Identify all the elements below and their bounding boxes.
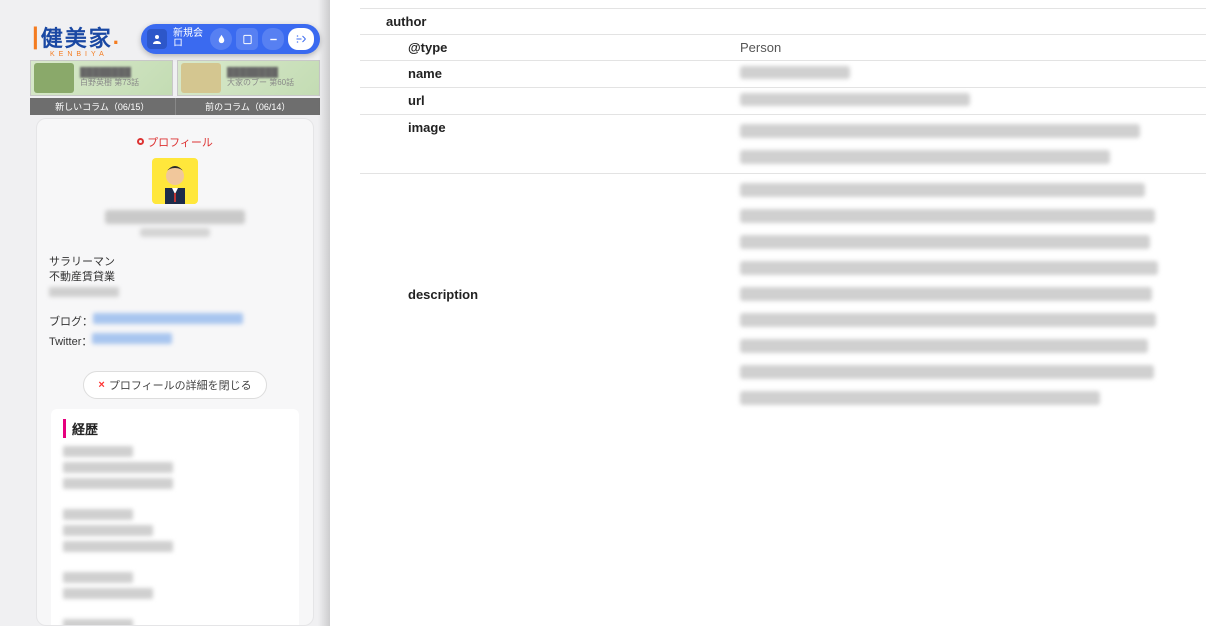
avatar bbox=[152, 158, 198, 204]
blurred-text bbox=[63, 525, 153, 536]
val-desc-blurred bbox=[740, 365, 1154, 379]
val-desc-blurred bbox=[740, 287, 1152, 301]
tablet-icon[interactable] bbox=[236, 28, 258, 50]
history-title: 経歴 bbox=[63, 419, 287, 438]
tag-salaryman: サラリーマン bbox=[49, 255, 301, 270]
val-type: Person bbox=[740, 40, 1206, 55]
blurred-title: ████████ bbox=[227, 68, 294, 78]
tag-realestate: 不動産賃貸業 bbox=[49, 270, 301, 285]
key-url: url bbox=[360, 93, 740, 108]
key-type: @type bbox=[360, 40, 740, 55]
val-desc-blurred bbox=[740, 183, 1145, 197]
key-author: author bbox=[360, 14, 740, 29]
column-caption: 白野英樹 第73話 bbox=[80, 77, 139, 88]
profile-section-text: プロフィール bbox=[147, 134, 213, 150]
val-desc-blurred bbox=[740, 391, 1100, 405]
logo-subtext: KENBIYA bbox=[50, 51, 119, 58]
blog-label: ブログ： bbox=[49, 313, 93, 329]
close-profile-button[interactable]: × プロフィールの詳細を閉じる bbox=[83, 371, 266, 399]
val-name-blurred bbox=[740, 66, 850, 79]
val-desc-blurred bbox=[740, 313, 1156, 327]
nav-older-column[interactable]: 前のコラム（06/14） bbox=[176, 98, 321, 115]
site-logo[interactable]: | 健美家 . KENBIYA bbox=[32, 21, 119, 58]
key-name: name bbox=[360, 66, 740, 81]
val-desc-blurred bbox=[740, 235, 1150, 249]
val-image-blurred bbox=[740, 150, 1110, 164]
nav-newer-column[interactable]: 新しいコラム（06/15） bbox=[30, 98, 176, 115]
history-card: 経歴 bbox=[51, 409, 299, 626]
logo-dot-icon: . bbox=[113, 24, 119, 50]
close-profile-label: プロフィールの詳細を閉じる bbox=[109, 377, 252, 393]
schema-row-url[interactable]: url bbox=[360, 88, 1206, 115]
blurred-text bbox=[63, 588, 153, 599]
drop-icon[interactable] bbox=[210, 28, 232, 50]
blurred-text bbox=[63, 462, 173, 473]
schema-row-author[interactable]: author bbox=[360, 8, 1206, 35]
val-image-blurred bbox=[740, 124, 1140, 138]
devtools-toolbar: 新規会 ロ bbox=[141, 24, 320, 54]
key-description: description bbox=[360, 287, 740, 302]
toolbar-label[interactable]: 新規会 ロ bbox=[173, 29, 203, 49]
blurred-title: ████████ bbox=[80, 68, 139, 78]
schema-row-name[interactable]: name bbox=[360, 61, 1206, 88]
twitter-label: Twitter： bbox=[49, 333, 92, 349]
column-caption: 大家のブー 第60話 bbox=[227, 77, 294, 88]
site-preview-pane: | 健美家 . KENBIYA 新規会 ロ bbox=[0, 0, 330, 626]
twitter-link-blurred[interactable] bbox=[92, 333, 172, 344]
blog-link-blurred[interactable] bbox=[93, 313, 243, 324]
val-desc-blurred bbox=[740, 261, 1158, 275]
column-card-prev[interactable]: ████████ 白野英樹 第73話 bbox=[30, 60, 173, 96]
profile-card: プロフィール サラリーマン 不動産賃貸業 ブログ： bbox=[36, 118, 314, 626]
val-desc-blurred bbox=[740, 339, 1148, 353]
logo-text: 健美家 bbox=[41, 21, 113, 53]
blurred-text bbox=[63, 478, 173, 489]
blurred-text bbox=[63, 619, 133, 626]
blurred-text bbox=[63, 541, 173, 552]
schema-row-type[interactable]: @type Person bbox=[360, 35, 1206, 61]
logo-mark-icon: | bbox=[32, 23, 39, 51]
close-icon: × bbox=[98, 379, 104, 391]
profile-section-label: プロフィール bbox=[137, 134, 213, 150]
tag-blurred bbox=[49, 287, 119, 297]
val-desc-blurred bbox=[740, 209, 1155, 223]
bullet-icon bbox=[137, 138, 144, 145]
blurred-text bbox=[63, 446, 133, 457]
schema-row-description[interactable]: description bbox=[360, 174, 1206, 414]
author-reading-blurred bbox=[140, 228, 210, 237]
author-name-blurred bbox=[105, 210, 245, 224]
blurred-text bbox=[63, 509, 133, 520]
user-icon[interactable] bbox=[147, 29, 167, 49]
column-card-next[interactable]: ████████ 大家のブー 第60話 bbox=[177, 60, 320, 96]
thumb-image-icon bbox=[34, 63, 74, 93]
minimize-icon[interactable] bbox=[262, 28, 284, 50]
thumb-image-icon bbox=[181, 63, 221, 93]
schema-inspector-pane: author @type Person name url image descr… bbox=[330, 0, 1224, 626]
close-toolbar-icon[interactable] bbox=[288, 28, 314, 50]
blurred-text bbox=[63, 572, 133, 583]
key-image: image bbox=[360, 120, 740, 135]
val-url-blurred bbox=[740, 93, 970, 106]
schema-row-image[interactable]: image bbox=[360, 115, 1206, 174]
